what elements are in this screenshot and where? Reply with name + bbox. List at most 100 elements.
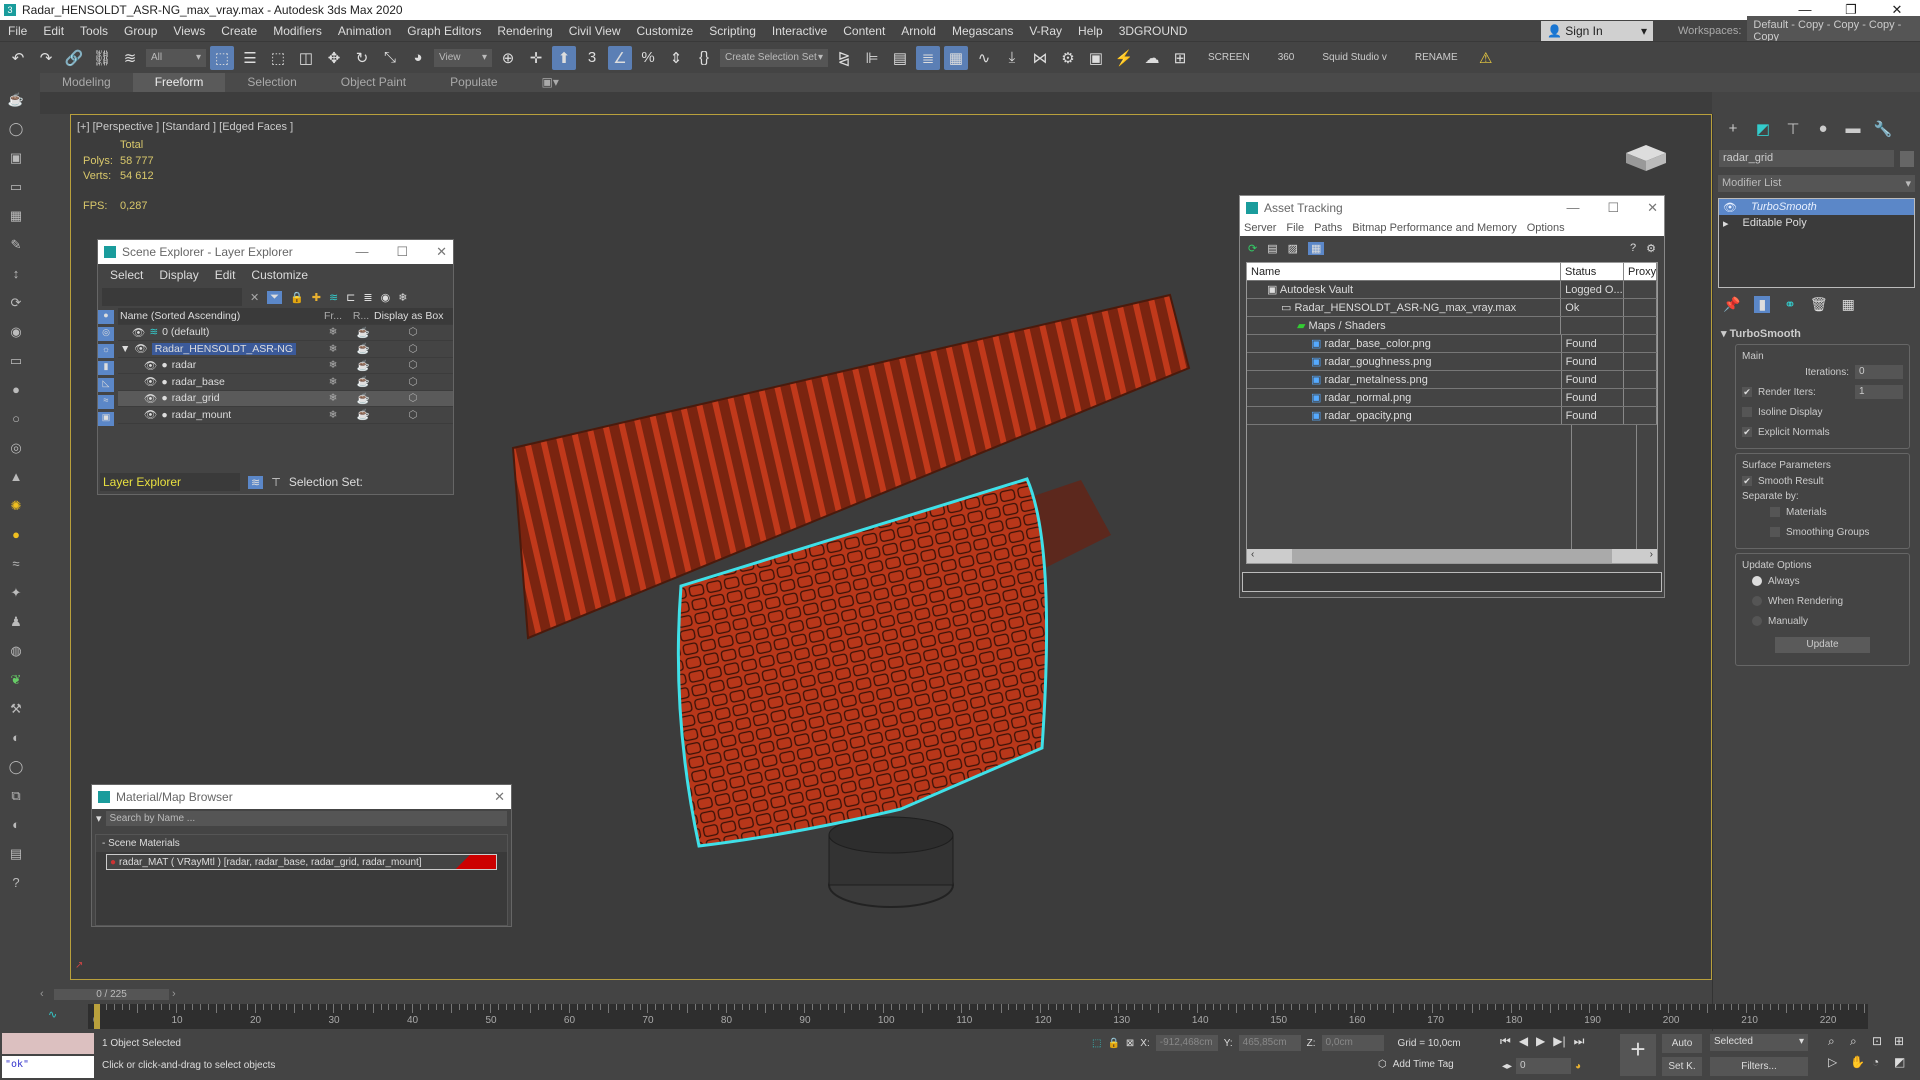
menu-modifiers[interactable]: Modifiers <box>265 24 330 38</box>
multi-view-icon[interactable]: ⊞ <box>1168 46 1192 70</box>
tab-object-paint[interactable]: Object Paint <box>319 73 428 92</box>
asset-path-field[interactable] <box>1242 572 1662 592</box>
toggle-scene-explorer-icon[interactable]: ▤ <box>888 46 912 70</box>
layer-row[interactable]: ▼ 👁 Radar_HENSOLDT_ASR-NG ❄ ☕ ⬡ <box>118 341 453 358</box>
menu-options[interactable]: Options <box>1527 222 1565 234</box>
angle-snap-icon[interactable]: ∠ <box>608 45 632 70</box>
wave-icon[interactable]: ≈ <box>7 556 25 576</box>
freeze-icon[interactable]: ❄ <box>318 343 348 355</box>
set-key-button[interactable]: Set K. <box>1662 1057 1702 1076</box>
update-button[interactable]: Update <box>1775 637 1870 653</box>
zoom-extents-all-icon[interactable]: ⊞ <box>1894 1034 1914 1049</box>
warning-icon[interactable]: ⚠ <box>1474 46 1498 70</box>
next-frame-button[interactable]: › <box>169 988 183 1000</box>
table-row[interactable]: ▰ Maps / Shaders <box>1247 317 1657 335</box>
visibility-eye-icon[interactable]: 👁 <box>144 375 157 388</box>
menu-bitmap-performance[interactable]: Bitmap Performance and Memory <box>1352 222 1516 234</box>
pin-stack-icon[interactable]: 📌 <box>1723 296 1740 313</box>
time-slider[interactable]: ‹ 0 / 225 › <box>40 986 1712 1002</box>
rectangular-selection-icon[interactable]: ⬚ <box>266 46 290 70</box>
menu-scripting[interactable]: Scripting <box>701 24 764 38</box>
menu-edit[interactable]: Edit <box>35 24 72 38</box>
render-teapot-icon[interactable]: ☕ <box>348 408 378 421</box>
spinner-snap-icon[interactable]: ⇕ <box>664 46 688 70</box>
scene-materials-group[interactable]: - Scene Materials <box>96 835 507 852</box>
undo-icon[interactable]: ↶ <box>6 46 30 70</box>
smoothing-groups-checkbox[interactable] <box>1770 527 1780 537</box>
table-row[interactable]: ▣ radar_goughness.png Found <box>1247 353 1657 371</box>
field-of-view-icon[interactable]: ▷ <box>1828 1055 1848 1069</box>
menu-customize[interactable]: Customize <box>629 24 702 38</box>
show-end-result-icon[interactable]: ▮ <box>1754 296 1771 313</box>
maximize-button[interactable]: ☐ <box>396 244 408 260</box>
key-mode-icon[interactable]: ◂▸ <box>1502 1061 1512 1072</box>
select-manipulate-icon[interactable]: ✛ <box>524 46 548 70</box>
script-icon[interactable]: ▤ <box>7 846 25 866</box>
menu-tools[interactable]: Tools <box>72 24 116 38</box>
particle-icon[interactable]: ✦ <box>7 585 25 605</box>
create-tab-icon[interactable]: + <box>1721 120 1745 142</box>
squid-studio-button[interactable]: Squid Studio v <box>1310 52 1399 63</box>
rotate-icon[interactable]: ⟳ <box>7 295 25 315</box>
options-arrow-icon[interactable]: ▾ <box>96 812 102 825</box>
box-icon[interactable]: ▣ <box>7 150 25 170</box>
orbit-icon[interactable]: ◔ <box>1872 1055 1892 1069</box>
clear-icon[interactable]: ✕ <box>250 291 259 304</box>
percent-snap-icon[interactable]: % <box>636 46 660 70</box>
menu-views[interactable]: Views <box>165 24 213 38</box>
tab-freeform[interactable]: Freeform <box>132 73 226 92</box>
layers-icon[interactable]: ≋ <box>248 475 264 489</box>
lock-icon[interactable]: 🔒 <box>290 291 304 304</box>
visibility-eye-icon[interactable]: 👁 <box>144 359 157 372</box>
menu-select[interactable]: Select <box>110 268 143 282</box>
screen-button[interactable]: SCREEN <box>1196 52 1262 63</box>
render-cloud-icon[interactable]: ☁ <box>1140 46 1164 70</box>
layers-icon[interactable]: ⧉ <box>7 788 25 808</box>
curve-editor-icon[interactable]: ∿ <box>972 46 996 70</box>
layers-stack-icon[interactable]: ≣ <box>363 291 372 304</box>
remove-modifier-icon[interactable]: 🗑 <box>1810 296 1828 313</box>
absolute-mode-icon[interactable]: ⊠ <box>1126 1038 1134 1049</box>
menu-file[interactable]: File <box>0 24 35 38</box>
move-icon[interactable]: ↕ <box>7 266 25 286</box>
menu-file[interactable]: File <box>1286 222 1304 234</box>
iterations-spinner[interactable]: 0 <box>1855 365 1903 379</box>
render-teapot-icon[interactable]: ☕ <box>348 342 378 355</box>
monitor-icon[interactable]: ▭ <box>7 353 25 373</box>
zoom-icon[interactable]: ⌕ <box>1828 1034 1848 1049</box>
menu-edit[interactable]: Edit <box>215 268 236 282</box>
manually-radio[interactable] <box>1752 616 1762 626</box>
window-crossing-icon[interactable]: ◫ <box>294 46 318 70</box>
close-button[interactable]: ✕ <box>1647 200 1658 216</box>
placement-icon[interactable]: ◕ <box>406 46 430 70</box>
light-icon[interactable]: ✺ <box>7 498 25 518</box>
box-icon[interactable]: ⬡ <box>378 376 448 388</box>
go-to-start-icon[interactable]: ⏮ <box>1500 1034 1511 1049</box>
key-filter-dropdown[interactable]: Selected ▾ <box>1710 1034 1808 1051</box>
render-teapot-icon[interactable]: ☕ <box>348 359 378 372</box>
minimize-button[interactable]: — <box>1566 200 1579 216</box>
when-rendering-radio[interactable] <box>1752 596 1762 606</box>
ribbon-options-icon[interactable]: ▣▾ <box>520 73 581 92</box>
previous-frame-button[interactable]: ‹ <box>40 988 54 1000</box>
menu-animation[interactable]: Animation <box>330 24 399 38</box>
menu-customize[interactable]: Customize <box>251 268 308 282</box>
table-row[interactable]: ▣ radar_opacity.png Found <box>1247 407 1657 425</box>
sun-icon[interactable]: ● <box>7 527 25 547</box>
box-icon[interactable]: ⬡ <box>378 409 448 421</box>
selection-lock-icon[interactable]: 🔒 <box>1107 1038 1119 1049</box>
lights-filter-icon[interactable]: ☼ <box>98 344 114 358</box>
search-input[interactable]: Search by Name ... <box>105 811 507 826</box>
select-object-icon[interactable]: ⬚ <box>210 45 234 70</box>
table-row[interactable]: ▣ radar_metalness.png Found <box>1247 371 1657 389</box>
selection-filter-dropdown[interactable]: All ▾ <box>146 48 206 67</box>
table-row[interactable]: ▣ radar_normal.png Found <box>1247 389 1657 407</box>
menu-content[interactable]: Content <box>835 24 893 38</box>
column-status[interactable]: Status <box>1561 263 1624 280</box>
modify-tab-icon[interactable]: ◩ <box>1751 120 1775 142</box>
list-view-icon[interactable]: ▤ <box>1267 242 1277 255</box>
stack-item-turbosmooth[interactable]: 👁 TurboSmooth <box>1719 199 1914 215</box>
timeline-track[interactable]: 0102030405060708090100110120130140150160… <box>88 1004 1868 1029</box>
layers-icon[interactable]: ≋ <box>329 291 338 304</box>
thumbnail-icon[interactable]: ▨ <box>1288 242 1298 255</box>
